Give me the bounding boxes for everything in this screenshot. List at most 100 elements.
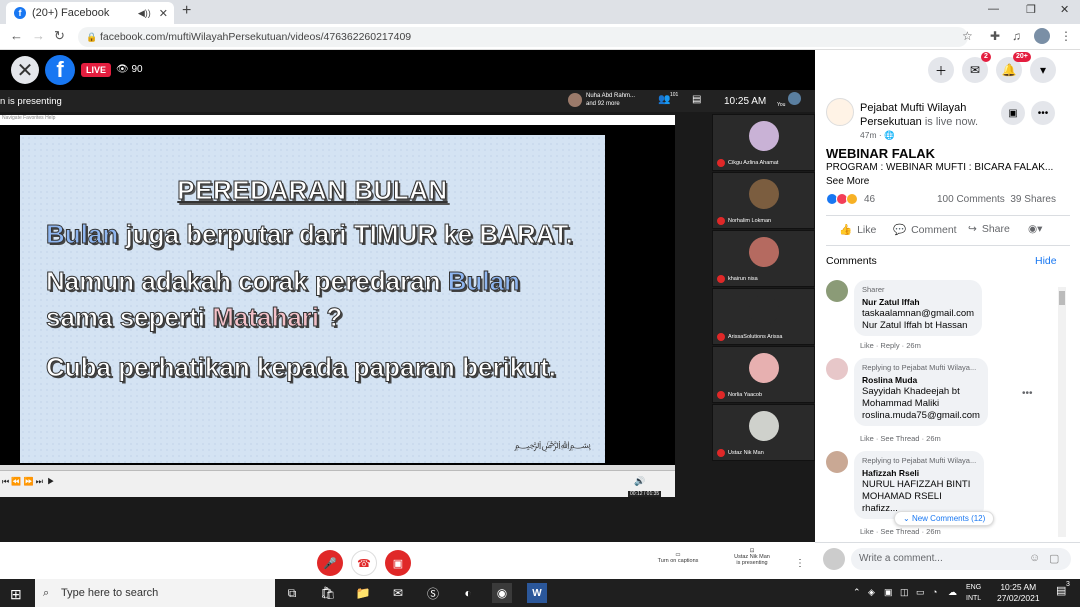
back-icon[interactable]: ← xyxy=(10,28,23,43)
end-call-button[interactable]: ☎ xyxy=(351,550,377,576)
shared-screen: Navigate Favorites Help PEREDARAN BULAN … xyxy=(0,115,675,497)
participant-tile[interactable]: Cikgu Azlina Ahamat xyxy=(712,114,815,171)
reactions-summary[interactable]: 46 xyxy=(826,193,875,205)
participant-gallery: Cikgu Azlina Ahamat Norhalim Lokman khairu… xyxy=(712,112,815,462)
browser-tab[interactable]: f (20+) Facebook ◀︎)) ✕ xyxy=(6,2,174,24)
close-video-button[interactable]: ✕ xyxy=(11,56,39,84)
sticker-icon[interactable]: ▢ xyxy=(1049,552,1059,565)
post-time-value: 47m · xyxy=(860,130,885,140)
windows-taskbar: ⊞ ⌕ Type here to search ⧉ 🛍 📁 ✉ Ⓢ ◐ ◉ W … xyxy=(0,579,1080,607)
like-button[interactable]: 👍 Like xyxy=(839,223,876,237)
commenter-name[interactable]: Roslina Muda xyxy=(862,374,980,386)
commenter-avatar[interactable] xyxy=(826,451,848,473)
participant-tile[interactable]: Norlia Yaacob xyxy=(712,346,815,403)
volume-icon[interactable]: 🔊 xyxy=(634,476,645,487)
media-icon[interactable]: ♫ xyxy=(1012,29,1021,43)
chrome-icon[interactable]: ◉ xyxy=(492,583,512,603)
commenter-name[interactable]: Hafizzah Rseli xyxy=(862,467,976,479)
comments-scrollbar[interactable] xyxy=(1058,287,1066,537)
profile-avatar[interactable] xyxy=(1034,28,1050,44)
stop-video-button[interactable]: ▣ xyxy=(385,550,411,576)
hide-comments-link[interactable]: Hide xyxy=(1035,255,1057,267)
chat-icon[interactable]: ▤ xyxy=(692,94,701,105)
share-button[interactable]: ↪ Share xyxy=(968,223,1010,235)
more-options-icon[interactable]: ⋮ xyxy=(795,558,805,569)
participants-icon[interactable]: 👥 xyxy=(658,94,670,105)
comment-options-icon[interactable]: ••• xyxy=(1022,388,1033,399)
react-as-button[interactable]: ◉▾ xyxy=(1028,223,1042,235)
commenter-avatar[interactable] xyxy=(826,358,848,380)
file-explorer-icon[interactable]: 📁 xyxy=(353,583,373,603)
battery-icon[interactable]: ▭ xyxy=(916,587,925,598)
emoji-icon[interactable]: ☺ xyxy=(1029,552,1040,564)
participant-tile[interactable]: Ustaz Nik Man xyxy=(712,404,815,461)
address-bar: ← → ↻ 🔒 facebook.com/muftiWilayahPerseku… xyxy=(0,24,1080,50)
comment-composer: Write a comment... ☺ ▢ xyxy=(823,548,1073,572)
comment-meta[interactable]: Like · See Thread · 26m xyxy=(860,434,941,443)
new-tab-button[interactable]: + xyxy=(182,2,191,20)
task-view-icon[interactable]: ⧉ xyxy=(282,583,302,603)
skype-icon[interactable]: Ⓢ xyxy=(423,583,443,603)
reload-icon[interactable]: ↻ xyxy=(54,28,65,44)
video-player[interactable]: ✕ f LIVE 👁 90 n is presenting Nuha Abd R… xyxy=(0,50,815,582)
see-more-link[interactable]: See More xyxy=(826,176,869,187)
create-plus-button[interactable]: ＋ xyxy=(928,57,954,83)
tray-chevron-icon[interactable]: ⌃ xyxy=(853,587,861,598)
tray-app-icon[interactable]: ▣ xyxy=(884,587,893,598)
page-avatar[interactable] xyxy=(826,98,854,126)
slide-title-part1: PEREDARAN xyxy=(177,175,355,206)
comments-count[interactable]: 100 Comments xyxy=(937,194,1005,205)
facebook-logo-icon[interactable]: f xyxy=(45,55,75,85)
participant-name-tag: Ustaz Nik Man xyxy=(717,449,764,457)
comment-meta[interactable]: Like · Reply · 26m xyxy=(860,341,921,350)
participant-tile[interactable]: Norhalim Lokman xyxy=(712,172,815,229)
url-input[interactable]: 🔒 facebook.com/muftiWilayahPersekutuan/v… xyxy=(78,27,968,47)
video-top-bar: ✕ f LIVE 👁 90 xyxy=(0,50,815,90)
tray-app-icon[interactable]: ◫ xyxy=(900,587,909,598)
minimize-icon[interactable]: — xyxy=(988,3,999,15)
seek-bar[interactable] xyxy=(0,465,675,471)
comment-meta[interactable]: Like · See Thread · 26m xyxy=(860,527,941,536)
messenger-badge: 2 xyxy=(981,52,991,62)
commenter-avatar[interactable] xyxy=(826,280,848,302)
tab-audio-icon[interactable]: ◀︎)) xyxy=(138,8,151,19)
taskbar-clock[interactable]: 10:25 AM 27/02/2021 xyxy=(997,582,1040,604)
account-menu-button[interactable]: ▾ xyxy=(1030,57,1056,83)
maximize-icon[interactable]: ❐ xyxy=(1026,3,1036,16)
new-comments-button[interactable]: ⌄ New Comments (12) xyxy=(894,511,995,526)
windows-start-icon[interactable]: ⊞ xyxy=(10,586,22,603)
browser-menu-icon[interactable]: ⋮ xyxy=(1060,29,1072,43)
captions-button[interactable]: ▭ Turn on captions xyxy=(648,552,708,564)
mute-mic-button[interactable]: 🎤 xyxy=(317,550,343,576)
participant-tile[interactable]: khairun nisa xyxy=(712,230,815,287)
language-indicator[interactable]: ENG INTL xyxy=(966,582,981,604)
bookmark-star-icon[interactable]: ☆ xyxy=(962,29,973,43)
action-center-icon[interactable]: ▤ xyxy=(1056,584,1066,597)
onedrive-icon[interactable]: ☁ xyxy=(948,587,957,598)
scrollbar-thumb[interactable] xyxy=(1059,291,1065,305)
participant-video xyxy=(749,353,779,383)
edge-icon[interactable]: ◐ xyxy=(458,583,478,603)
mail-icon[interactable]: ✉ xyxy=(388,583,408,603)
window-close-icon[interactable]: ✕ xyxy=(1060,3,1069,16)
tab-close-icon[interactable]: ✕ xyxy=(159,7,168,20)
commenter-name[interactable]: Nur Zatul Iffah xyxy=(862,296,974,308)
participants-summary: Nuha Abd Rahm... and 92 more xyxy=(586,92,635,108)
shares-count[interactable]: 39 Shares xyxy=(1010,194,1056,205)
comment-icon: 💬 xyxy=(893,224,907,236)
tray-app-icon[interactable]: ◈ xyxy=(868,587,875,598)
playback-controls[interactable]: ⏮ ⏪ ⏩ ⏭ ▶ xyxy=(2,477,55,487)
store-icon[interactable]: 🛍 xyxy=(318,583,338,603)
post-options-button[interactable]: ••• xyxy=(1031,101,1055,125)
participant-tile[interactable]: ArissaSolutions Arissa xyxy=(712,288,815,345)
captions-label: Turn on captions xyxy=(657,558,699,564)
network-icon[interactable]: ◔ xyxy=(932,587,937,597)
forward-icon[interactable]: → xyxy=(32,28,45,43)
extensions-icon[interactable]: ✚ xyxy=(990,29,1000,43)
viewer-count-value: 90 xyxy=(131,64,143,75)
save-post-button[interactable]: ▣ xyxy=(1001,101,1025,125)
word-icon[interactable]: W xyxy=(527,583,547,603)
lock-icon[interactable]: 🔒 xyxy=(86,27,97,47)
comment-button[interactable]: 💬 Comment xyxy=(893,223,957,237)
taskbar-search-input[interactable]: ⌕ Type here to search xyxy=(35,579,275,607)
